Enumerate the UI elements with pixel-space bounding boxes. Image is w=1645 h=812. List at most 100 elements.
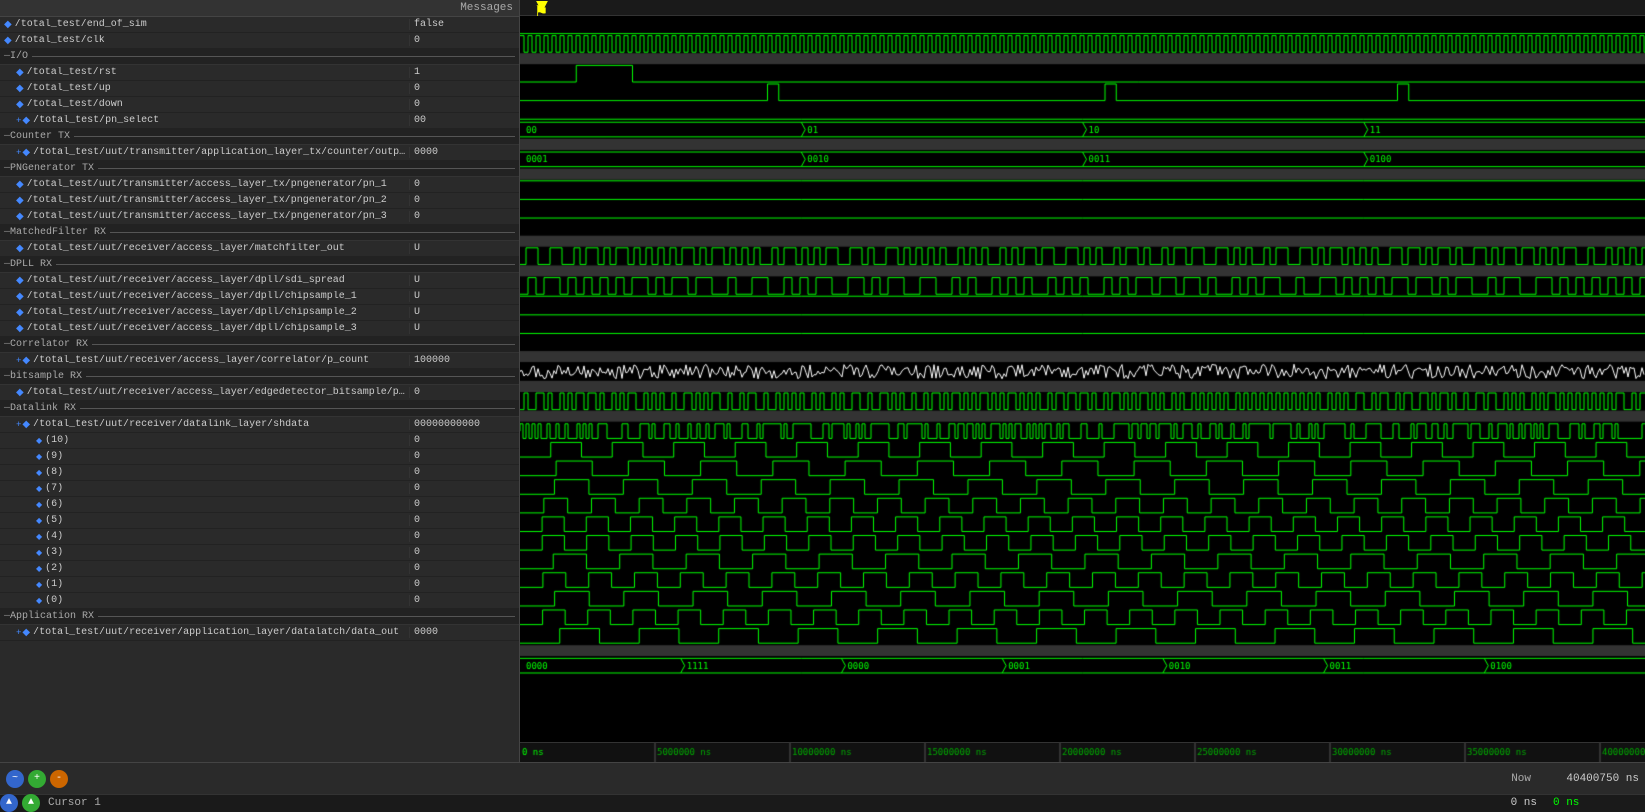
signal-list-header: Messages	[0, 0, 519, 17]
signal-name: /total_test/uut/transmitter/access_layer…	[27, 195, 409, 206]
signal-indent: ◆ /total_test/uut/receiver/access_layer/…	[0, 387, 409, 399]
cursor-time-value: 0 ns	[1445, 797, 1545, 809]
signal-row-matchedfilter_group[interactable]: — MatchedFilter RX	[0, 225, 519, 241]
waveform-canvas	[520, 16, 1645, 742]
signal-row-shdata_0[interactable]: ◆ (0) 0	[0, 593, 519, 609]
signal-value: 1	[409, 67, 519, 78]
signal-row-clk[interactable]: ◆ /total_test/clk 0	[0, 33, 519, 49]
expand-icon: +	[16, 356, 21, 366]
diamond-icon: ◆	[16, 211, 24, 223]
signal-row-shdata_4[interactable]: ◆ (4) 0	[0, 529, 519, 545]
signal-value: 0	[409, 387, 519, 398]
signal-name: /total_test/down	[27, 99, 409, 110]
signal-row-shdata_10[interactable]: ◆ (10) 0	[0, 433, 519, 449]
cursor-icon-2[interactable]: ▲	[22, 794, 40, 812]
expand-icon: +	[16, 116, 21, 126]
signal-name: (6)	[45, 499, 409, 510]
signal-row-chipsample_1[interactable]: ◆ /total_test/uut/receiver/access_layer/…	[0, 289, 519, 305]
signal-value: 0	[409, 579, 519, 590]
small-diamond-icon: ◆	[36, 532, 42, 542]
group-dash-right	[92, 344, 515, 345]
main-area: Messages ◆ /total_test/end_of_sim false …	[0, 0, 1645, 762]
signal-indent: ◆ /total_test/end_of_sim	[0, 19, 409, 31]
signal-row-shdata_9[interactable]: ◆ (9) 0	[0, 449, 519, 465]
diamond-icon: ◆	[16, 275, 24, 287]
signal-row-pn_select[interactable]: +◆ /total_test/pn_select 00	[0, 113, 519, 129]
signal-row-pngenerator_tx_group[interactable]: — PNGenerator TX	[0, 161, 519, 177]
signal-indent: +◆ /total_test/uut/receiver/access_layer…	[0, 355, 409, 367]
signal-row-bitsample_group[interactable]: — bitsample RX	[0, 369, 519, 385]
signal-row-counter_output[interactable]: +◆ /total_test/uut/transmitter/applicati…	[0, 145, 519, 161]
signal-value: 0	[409, 35, 519, 46]
small-diamond-icon: ◆	[36, 580, 42, 590]
signal-indent: ◆ (0)	[0, 595, 409, 606]
signal-indent: ◆ (5)	[0, 515, 409, 526]
signal-row-dpll_group[interactable]: — DPLL RX	[0, 257, 519, 273]
signal-name: /total_test/rst	[27, 67, 409, 78]
signal-value: 0	[409, 595, 519, 606]
signal-name: /total_test/uut/receiver/application_lay…	[33, 627, 409, 638]
group-dash-right	[98, 616, 515, 617]
signal-row-p_count[interactable]: +◆ /total_test/uut/receiver/access_layer…	[0, 353, 519, 369]
signal-row-down[interactable]: ◆ /total_test/down 0	[0, 97, 519, 113]
signal-row-pn_3[interactable]: ◆ /total_test/uut/transmitter/access_lay…	[0, 209, 519, 225]
status-icon-plus[interactable]: +	[28, 770, 46, 788]
signal-row-shdata_7[interactable]: ◆ (7) 0	[0, 481, 519, 497]
status-icon-minus[interactable]: -	[50, 770, 68, 788]
signal-name: /total_test/uut/receiver/access_layer/dp…	[27, 275, 409, 286]
signal-indent: ◆ (10)	[0, 435, 409, 446]
signal-name: (8)	[45, 467, 409, 478]
signal-indent: ◆ /total_test/uut/receiver/access_layer/…	[0, 243, 409, 255]
signal-row-shdata_2[interactable]: ◆ (2) 0	[0, 561, 519, 577]
signal-list[interactable]: ◆ /total_test/end_of_sim false ◆ /total_…	[0, 17, 519, 762]
signal-row-shdata_8[interactable]: ◆ (8) 0	[0, 465, 519, 481]
cursor-icon-1[interactable]: ▲	[0, 794, 18, 812]
group-dash-right	[32, 56, 515, 57]
group-dash-right	[80, 408, 515, 409]
group-label: Correlator RX	[10, 339, 88, 350]
signal-value: 0	[409, 83, 519, 94]
signal-row-shdata[interactable]: +◆ /total_test/uut/receiver/datalink_lay…	[0, 417, 519, 433]
signal-name: (9)	[45, 451, 409, 462]
signal-value: 0	[409, 499, 519, 510]
signal-row-shdata_5[interactable]: ◆ (5) 0	[0, 513, 519, 529]
diamond-icon: ◆	[16, 307, 24, 319]
signal-name: /total_test/uut/receiver/access_layer/ma…	[27, 243, 409, 254]
signal-row-bitsample_puls[interactable]: ◆ /total_test/uut/receiver/access_layer/…	[0, 385, 519, 401]
expand-icon: +	[16, 148, 21, 158]
signal-row-counter_tx_group[interactable]: — Counter TX	[0, 129, 519, 145]
signal-row-up[interactable]: ◆ /total_test/up 0	[0, 81, 519, 97]
signal-row-end_of_sim[interactable]: ◆ /total_test/end_of_sim false	[0, 17, 519, 33]
signal-row-data_out[interactable]: +◆ /total_test/uut/receiver/application_…	[0, 625, 519, 641]
signal-row-pn_1[interactable]: ◆ /total_test/uut/transmitter/access_lay…	[0, 177, 519, 193]
signal-row-shdata_6[interactable]: ◆ (6) 0	[0, 497, 519, 513]
signal-row-datalink_group[interactable]: — Datalink RX	[0, 401, 519, 417]
signal-row-pn_2[interactable]: ◆ /total_test/uut/transmitter/access_lay…	[0, 193, 519, 209]
status-icon-wave[interactable]: ~	[6, 770, 24, 788]
signal-row-rst[interactable]: ◆ /total_test/rst 1	[0, 65, 519, 81]
signal-indent: +◆ /total_test/uut/receiver/datalink_lay…	[0, 419, 409, 431]
cursor-icons: ▲ ▲	[0, 794, 40, 812]
signal-row-sdi_spread[interactable]: ◆ /total_test/uut/receiver/access_layer/…	[0, 273, 519, 289]
signal-value: 00	[409, 115, 519, 126]
signal-name: (0)	[45, 595, 409, 606]
signal-name: /total_test/uut/transmitter/application_…	[33, 147, 409, 158]
waveform-canvas-container[interactable]	[520, 16, 1645, 742]
signal-name: (1)	[45, 579, 409, 590]
signal-row-correlator_group[interactable]: — Correlator RX	[0, 337, 519, 353]
signal-value: 0	[409, 515, 519, 526]
signal-row-chipsample_2[interactable]: ◆ /total_test/uut/receiver/access_layer/…	[0, 305, 519, 321]
group-label: Counter TX	[10, 131, 70, 142]
messages-label: Messages	[0, 0, 519, 16]
signal-row-chipsample_3[interactable]: ◆ /total_test/uut/receiver/access_layer/…	[0, 321, 519, 337]
signal-name: (2)	[45, 563, 409, 574]
signal-row-application_rx_group[interactable]: — Application RX	[0, 609, 519, 625]
signal-row-io_group[interactable]: — I/O	[0, 49, 519, 65]
signal-row-matchfilter_out[interactable]: ◆ /total_test/uut/receiver/access_layer/…	[0, 241, 519, 257]
signal-indent: ◆ /total_test/uut/receiver/access_layer/…	[0, 275, 409, 287]
signal-row-shdata_3[interactable]: ◆ (3) 0	[0, 545, 519, 561]
expand-icon: +	[16, 628, 21, 638]
signal-row-shdata_1[interactable]: ◆ (1) 0	[0, 577, 519, 593]
group-label: I/O	[10, 51, 28, 62]
signal-value: 00000000000	[409, 419, 519, 430]
